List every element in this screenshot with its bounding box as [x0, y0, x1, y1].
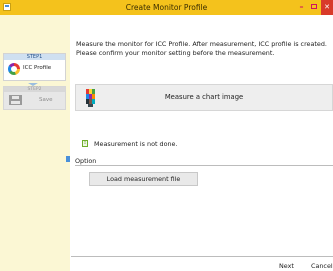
close-button[interactable]: ✕	[321, 0, 333, 15]
option-heading: Option	[75, 157, 97, 165]
maximize-icon	[311, 4, 317, 9]
step2-label: Save	[39, 97, 53, 103]
step-icc-profile[interactable]: STEP1 ICC Profile	[3, 53, 66, 81]
load-measurement-file-button[interactable]: Load measurement file	[89, 172, 198, 186]
save-icon	[9, 95, 22, 105]
footer-divider	[71, 256, 333, 257]
steps-panel: STEP1 ICC Profile STEP2 Save	[0, 15, 70, 271]
title-bar: Create Monitor Profile – ✕	[0, 0, 333, 15]
next-button[interactable]: Next	[279, 262, 294, 270]
step2-header: STEP2	[4, 87, 65, 92]
panel-edge-marker	[66, 156, 70, 162]
measure-chart-image-button[interactable]: Measure a chart image	[75, 84, 333, 111]
icc-profile-icon	[8, 63, 20, 75]
step1-label: ICC Profile	[23, 65, 52, 71]
measure-chart-image-label: Measure a chart image	[164, 93, 244, 101]
step1-header: STEP1	[4, 54, 65, 60]
option-divider	[75, 165, 333, 166]
maximize-button[interactable]	[309, 0, 320, 15]
info-icon: !	[82, 140, 88, 147]
minimize-button[interactable]: –	[296, 0, 307, 15]
create-monitor-profile-window: Create Monitor Profile – ✕ STEP1 ICC Pro…	[0, 0, 333, 271]
window-title: Create Monitor Profile	[125, 3, 208, 12]
status-text: Measurement is not done.	[94, 140, 178, 148]
cancel-button[interactable]: Cancel	[311, 262, 333, 270]
step-save[interactable]: STEP2 Save	[3, 86, 66, 110]
instructions-text: Measure the monitor for ICC Profile. Aft…	[76, 40, 327, 57]
